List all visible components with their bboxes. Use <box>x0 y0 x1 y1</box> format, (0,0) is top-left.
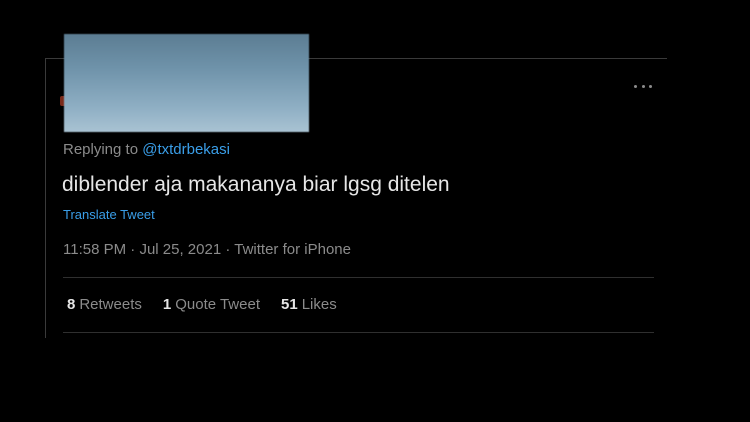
likes-stat[interactable]: 51 Likes <box>281 296 337 313</box>
divider <box>63 332 654 333</box>
translate-tweet-link[interactable]: Translate Tweet <box>63 207 155 222</box>
meta-separator: · <box>225 241 231 258</box>
tweet-time[interactable]: 11:58 PM <box>63 241 126 258</box>
dot <box>649 84 652 88</box>
retweets-label: Retweets <box>79 296 142 313</box>
quote-tweets-stat[interactable]: 1 Quote Tweet <box>163 296 260 313</box>
card-left-border <box>45 58 46 338</box>
likes-label: Likes <box>301 296 337 313</box>
divider <box>63 277 654 278</box>
replying-prefix: Replying to <box>63 141 139 158</box>
tweet-stats: 8 Retweets 1 Quote Tweet 51 Likes <box>67 296 358 313</box>
blurred-user-header <box>64 34 309 132</box>
dot <box>634 84 637 88</box>
quote-tweets-count: 1 <box>162 296 172 313</box>
quote-tweets-label: Quote Tweet <box>175 296 260 313</box>
tweet-meta: 11:58 PM · Jul 25, 2021 · Twitter for iP… <box>63 241 351 258</box>
likes-count: 51 <box>281 296 298 313</box>
meta-separator: · <box>130 241 136 258</box>
more-options-icon[interactable] <box>634 80 652 92</box>
retweets-stat[interactable]: 8 Retweets <box>67 296 142 313</box>
tweet-text: diblender aja makananya biar lgsg ditele… <box>62 173 450 196</box>
replying-handle-link[interactable]: @txtdrbekasi <box>142 141 230 158</box>
tweet-source[interactable]: Twitter for iPhone <box>234 241 351 258</box>
dot <box>641 84 645 88</box>
tweet-date[interactable]: Jul 25, 2021 <box>139 241 221 258</box>
retweets-count: 8 <box>67 296 76 313</box>
replying-to-line: Replying to @txtdrbekasi <box>63 141 230 158</box>
